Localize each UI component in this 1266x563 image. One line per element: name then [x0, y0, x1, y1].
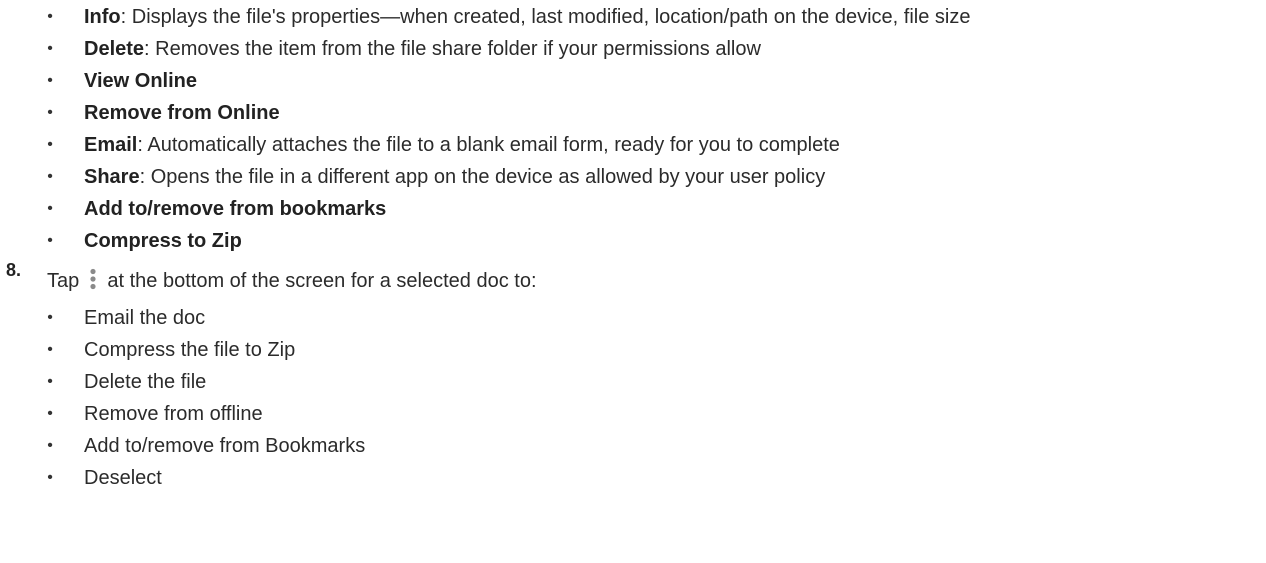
option-description: : Opens the file in a different app on t… — [139, 166, 826, 188]
bullet-icon: • — [47, 232, 53, 249]
action-text: Deselect — [84, 467, 162, 489]
action-text: Email the doc — [84, 307, 206, 329]
option-term: Share — [84, 166, 140, 188]
list-item: • Share: Opens the file in a different ap… — [47, 161, 970, 193]
list-item: • Info: Displays the file's properties—wh… — [47, 1, 971, 33]
step-instruction: Tap at the bottom of the screen for a se… — [47, 268, 537, 294]
list-item: • Email: Automatically attaches the file … — [47, 129, 970, 161]
option-description: : Displays the file's properties—when cr… — [120, 6, 971, 28]
action-text: Add to/remove from Bookmarks — [84, 435, 366, 457]
option-term: View Online — [84, 70, 197, 92]
list-item: • Compress to Zip — [47, 225, 970, 257]
list-item: • Deselect — [47, 462, 365, 494]
bullet-icon: • — [47, 72, 53, 89]
option-term: Email — [84, 134, 138, 156]
bullet-icon: • — [47, 40, 53, 57]
list-item: • View Online — [47, 65, 970, 97]
step-text-after: at the bottom of the screen for a select… — [107, 270, 537, 292]
option-description: : Removes the item from the file share f… — [144, 38, 761, 60]
list-item: • Compress the file to Zip — [47, 334, 365, 366]
action-text: Remove from offline — [84, 403, 263, 425]
list-item: • Remove from Online — [47, 97, 970, 129]
step-text-before: Tap — [47, 270, 80, 292]
action-text: Compress the file to Zip — [84, 339, 296, 361]
option-term: Info — [84, 6, 121, 28]
list-item: • Email the doc — [47, 302, 365, 334]
option-description: : Automatically attaches the file to a b… — [137, 134, 840, 156]
bullet-icon: • — [47, 309, 53, 326]
option-term: Delete — [84, 38, 145, 60]
bullet-icon: • — [47, 341, 53, 358]
step-number: 8. — [6, 260, 22, 280]
option-term: Compress to Zip — [84, 230, 242, 252]
bullet-icon: • — [47, 8, 53, 25]
bullet-icon: • — [47, 104, 53, 121]
bullet-icon: • — [47, 373, 53, 390]
bullet-icon: • — [47, 405, 53, 422]
action-text: Delete the file — [84, 371, 207, 393]
bullet-icon: • — [47, 437, 53, 454]
list-item: • Add to/remove from Bookmarks — [47, 430, 366, 462]
bullet-icon: • — [47, 136, 53, 153]
list-item: • Add to/remove from bookmarks — [47, 193, 970, 225]
bullet-icon: • — [47, 168, 53, 185]
selected-doc-actions-list: • Email the doc • Compress the file to Zip… — [47, 302, 366, 494]
bullet-icon: • — [47, 469, 53, 486]
list-item: • Delete: Removes the item from the file … — [47, 33, 970, 65]
document-page: • Info: Displays the file's properties—wh… — [0, 0, 1266, 563]
options-list: • Info: Displays the file's properties—wh… — [47, 1, 971, 257]
option-term: Add to/remove from bookmarks — [84, 198, 387, 220]
list-item: • Delete the file — [47, 366, 365, 398]
option-term: Remove from Online — [84, 102, 280, 124]
list-item: • Remove from offline — [47, 398, 365, 430]
bullet-icon: • — [47, 200, 53, 217]
kebab-menu-icon — [90, 268, 96, 290]
